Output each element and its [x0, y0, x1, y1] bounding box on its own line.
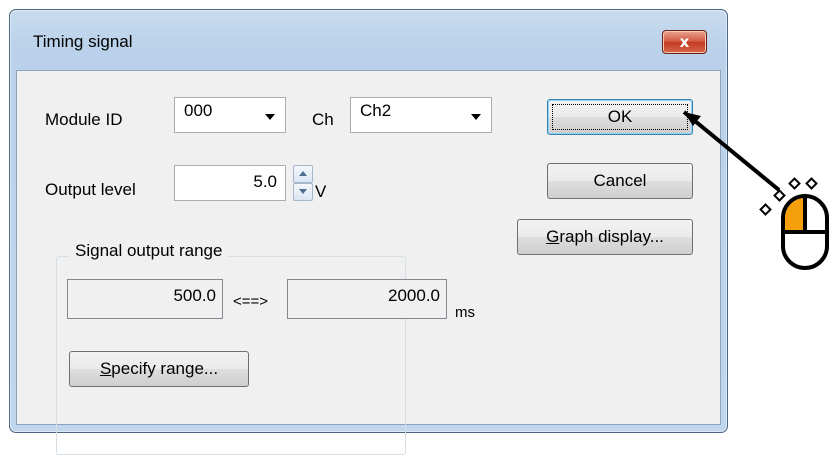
mouse-click-annotation [682, 110, 829, 270]
pointer-arrow [682, 110, 781, 192]
mouse-click-icon [759, 177, 829, 270]
